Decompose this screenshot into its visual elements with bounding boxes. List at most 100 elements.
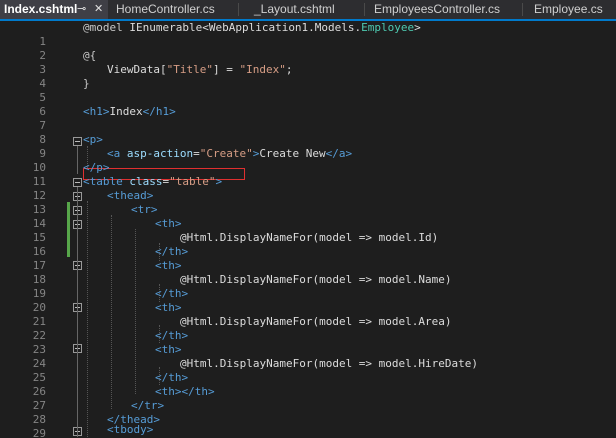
- code-token: <th>: [155, 301, 182, 314]
- code-token: </p>: [83, 161, 110, 174]
- code-token: <th>: [155, 217, 182, 230]
- code-token: @Html.DisplayNameFor(model => model.Name…: [180, 273, 452, 286]
- line-code: <th>: [155, 259, 182, 273]
- code-token: Employee: [361, 21, 415, 34]
- tab-layout-cshtml[interactable]: _Layout.cshtml: [250, 0, 360, 19]
- code-token: }: [83, 77, 90, 90]
- tab-label: Employee.cs: [534, 2, 603, 16]
- document-tab-bar: Index.cshtml ⊸ ✕ HomeController.cs _Layo…: [0, 0, 616, 21]
- tab-divider: [238, 3, 239, 16]
- line-code: </th>: [155, 287, 188, 301]
- code-line[interactable]: 30 <tbody>: [0, 423, 616, 438]
- code-line[interactable]: 15 <th>: [0, 217, 616, 244]
- line-code: @Html.DisplayNameFor(model => model.Area…: [180, 315, 452, 329]
- code-line[interactable]: 18 <th>: [0, 259, 616, 286]
- code-line[interactable]: 4 ViewData["Title"] = "Index";: [0, 63, 616, 90]
- code-line[interactable]: 21 <th>: [0, 301, 616, 328]
- code-line[interactable]: 27 <th></th>: [0, 385, 616, 412]
- code-line[interactable]: 2: [0, 35, 616, 62]
- code-token: </tr>: [131, 399, 165, 412]
- close-icon[interactable]: ✕: [94, 0, 103, 19]
- code-line[interactable]: 26 </th>: [0, 371, 616, 398]
- code-token: <th></th>: [155, 385, 215, 398]
- code-token: >: [215, 175, 223, 188]
- line-code: @model IEnumerable<WebApplication1.Model…: [83, 21, 421, 35]
- pin-icon[interactable]: ⊸: [77, 0, 86, 19]
- line-code: <tbody>: [107, 423, 153, 437]
- line-code: </th>: [155, 371, 188, 385]
- code-token: @Html.DisplayNameFor(model => model.Hire…: [180, 357, 479, 370]
- code-line[interactable]: 14 <tr>: [0, 203, 616, 230]
- code-line[interactable]: 12 <table class="table">: [0, 175, 616, 202]
- line-code: <tr>: [131, 203, 158, 217]
- code-token: "Index": [239, 63, 286, 76]
- code-line[interactable]: 7 <h1>Index</h1>: [0, 105, 616, 132]
- code-token: ;: [285, 63, 293, 76]
- code-line[interactable]: 17 </th>: [0, 245, 616, 272]
- code-token: "Create": [199, 147, 253, 160]
- code-token: <th>: [155, 259, 182, 272]
- code-line[interactable]: 10 <a asp-action="Create">Create New</a>: [0, 147, 616, 174]
- code-token: <tr>: [131, 203, 158, 216]
- code-token: "Title": [166, 63, 213, 76]
- code-line[interactable]: 20 </th>: [0, 287, 616, 314]
- code-line[interactable]: 5 }: [0, 77, 616, 104]
- line-code: <h1>Index</h1>: [83, 105, 176, 119]
- code-line[interactable]: 3 @{: [0, 49, 616, 76]
- code-token: >: [414, 21, 421, 34]
- line-code: </th>: [155, 329, 188, 343]
- code-token: </th>: [155, 329, 189, 342]
- code-token: =: [193, 147, 200, 160]
- tab-employee-cs[interactable]: Employee.cs: [530, 0, 616, 19]
- code-token: </a>: [325, 147, 353, 160]
- code-token: @model: [83, 21, 123, 34]
- code-token: ViewData[: [107, 63, 167, 76]
- code-token: </th>: [155, 287, 189, 300]
- code-line[interactable]: 23 </th>: [0, 329, 616, 356]
- code-line[interactable]: 22 @Html.DisplayNameFor(model => model.A…: [0, 315, 616, 342]
- code-line[interactable]: 25 @Html.DisplayNameFor(model => model.H…: [0, 357, 616, 384]
- code-editor[interactable]: 1 @model IEnumerable<WebApplication1.Mod…: [0, 21, 616, 438]
- tab-divider: [364, 3, 365, 16]
- code-token: <table: [83, 175, 130, 188]
- code-token: @{: [83, 49, 97, 62]
- code-token: "table": [169, 175, 216, 188]
- code-token: <a: [107, 147, 127, 160]
- code-token: asp-action: [126, 147, 194, 160]
- code-token: @Html.DisplayNameFor(model => model.Area…: [180, 315, 452, 328]
- line-code: @Html.DisplayNameFor(model => model.Name…: [180, 273, 452, 287]
- code-line[interactable]: 28 </tr>: [0, 399, 616, 426]
- tab-index-cshtml[interactable]: Index.cshtml ⊸ ✕: [0, 0, 108, 19]
- code-line[interactable]: 9 <p>: [0, 133, 616, 160]
- line-code: <a asp-action="Create">Create New</a>: [107, 147, 352, 161]
- tab-homecontroller-cs[interactable]: HomeController.cs: [112, 0, 237, 19]
- line-code: </th>: [155, 245, 188, 259]
- line-code: <th>: [155, 301, 182, 315]
- line-code: <th>: [155, 343, 182, 357]
- tab-employeescontroller-cs[interactable]: EmployeesController.cs: [370, 0, 520, 19]
- tab-divider: [522, 3, 523, 16]
- code-line[interactable]: 24 <th>: [0, 343, 616, 370]
- code-line[interactable]: 1 @model IEnumerable<WebApplication1.Mod…: [0, 21, 616, 48]
- line-code: <p>: [83, 133, 103, 147]
- code-token: ] =: [212, 63, 240, 76]
- tab-label: _Layout.cshtml: [254, 2, 335, 16]
- tab-label: Index.cshtml: [4, 2, 78, 16]
- code-line[interactable]: 13 <thead>: [0, 189, 616, 216]
- code-token: @Html.DisplayNameFor(model => model.Id): [180, 231, 439, 244]
- code-line[interactable]: 6: [0, 91, 616, 118]
- code-line[interactable]: 8: [0, 119, 616, 146]
- line-code: </tr>: [131, 399, 164, 413]
- line-code: @Html.DisplayNameFor(model => model.Hire…: [180, 357, 478, 371]
- tab-label: HomeController.cs: [116, 2, 215, 16]
- code-token: </th>: [155, 371, 189, 384]
- code-token: </th>: [155, 245, 189, 258]
- tab-label: EmployeesController.cs: [374, 2, 501, 16]
- code-line[interactable]: 19 @Html.DisplayNameFor(model => model.N…: [0, 273, 616, 300]
- code-token: Index: [109, 105, 143, 118]
- line-code: @{: [83, 49, 96, 63]
- code-line[interactable]: 16 @Html.DisplayNameFor(model => model.I…: [0, 231, 616, 258]
- code-token: <th>: [155, 343, 182, 356]
- code-line[interactable]: 11 </p>: [0, 161, 616, 188]
- code-token: Create New: [259, 147, 326, 160]
